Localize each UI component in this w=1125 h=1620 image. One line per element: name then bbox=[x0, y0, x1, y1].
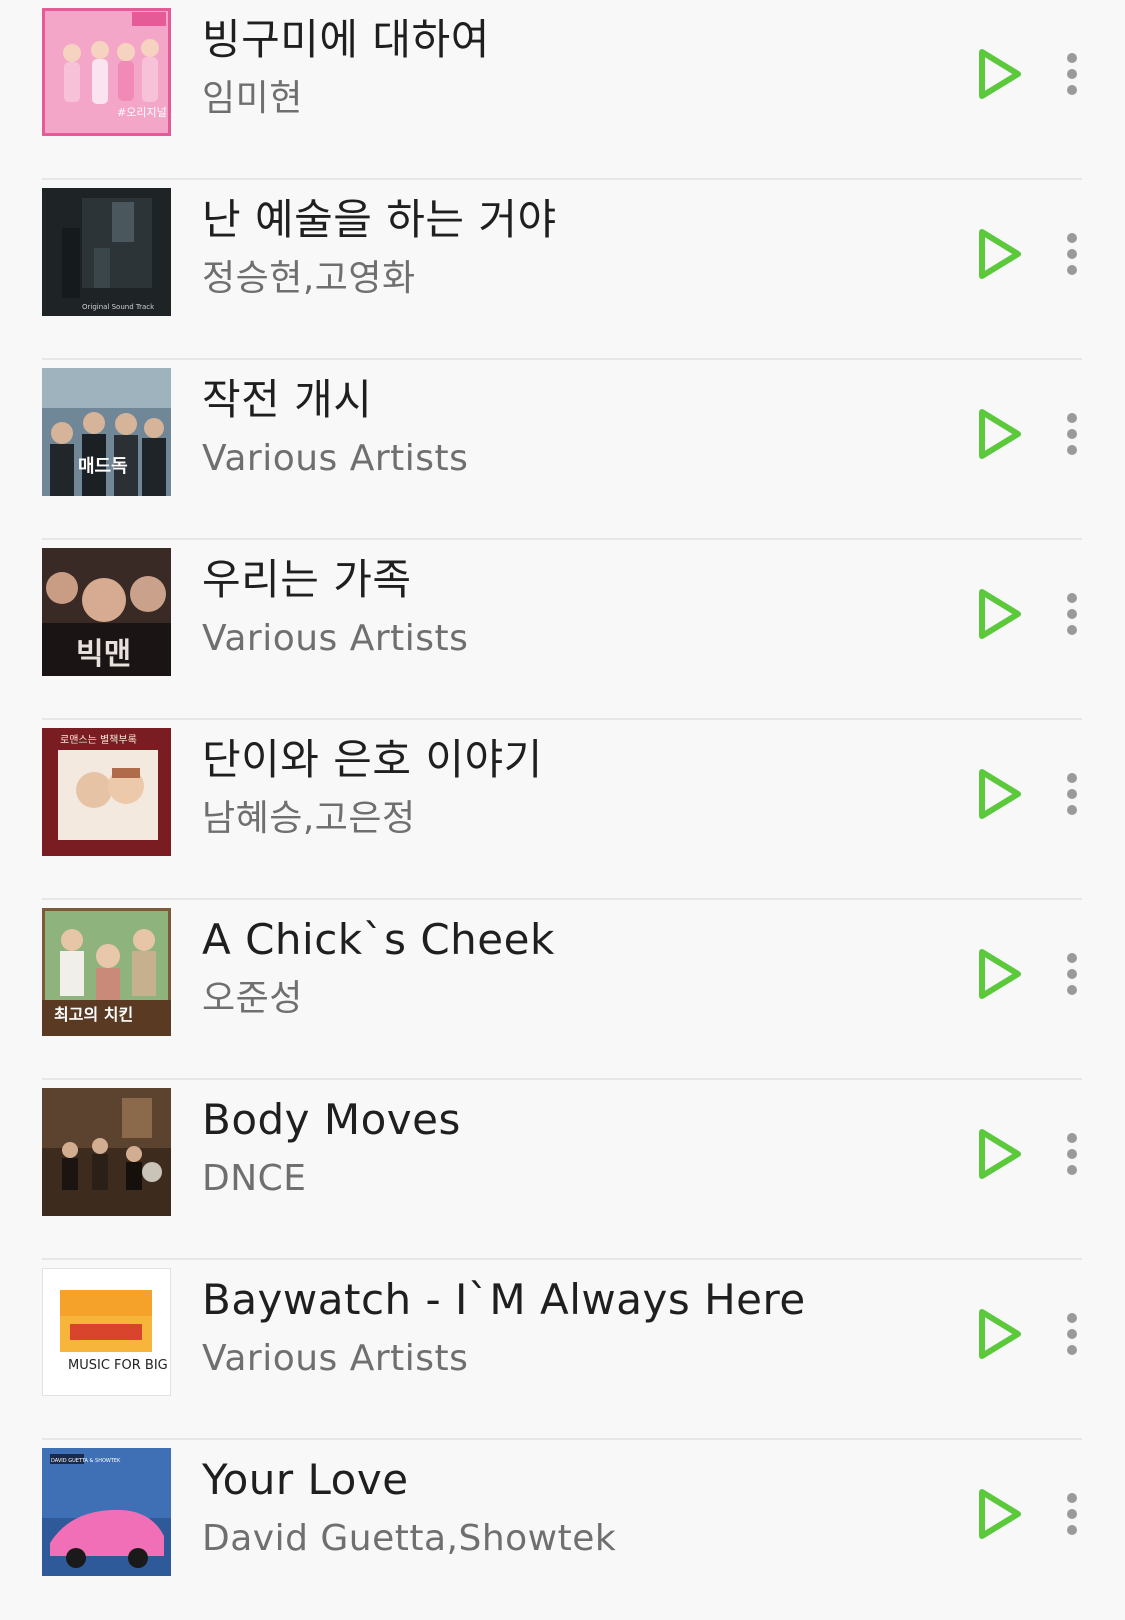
more-vertical-icon[interactable] bbox=[1052, 764, 1092, 824]
more-vertical-icon[interactable] bbox=[1052, 1484, 1092, 1544]
album-cover-text: 매드독 bbox=[78, 456, 128, 477]
song-artist: 정승현,고영화 bbox=[202, 258, 416, 299]
song-title: 단이와 은호 이야기 bbox=[202, 735, 543, 784]
album-cover-image: 매드독 bbox=[42, 368, 171, 496]
song-row[interactable]: #오리지널 사운드트랙 빙구미에 대하여 임미현 bbox=[0, 0, 1125, 180]
album-cover-text: Original Sound Track bbox=[82, 303, 155, 311]
song-title: Body Moves bbox=[202, 1095, 461, 1144]
play-icon[interactable] bbox=[972, 1484, 1028, 1544]
song-title: A Chick`s Cheek bbox=[202, 915, 555, 964]
play-icon[interactable] bbox=[972, 1304, 1028, 1364]
song-list: #오리지널 사운드트랙 빙구미에 대하여 임미현 Original Sound … bbox=[0, 0, 1125, 1576]
album-cover-text: DAVID GUETTA & SHOWTEK bbox=[51, 1458, 121, 1464]
play-icon[interactable] bbox=[972, 224, 1028, 284]
song-artist: 남혜승,고은정 bbox=[202, 798, 416, 839]
song-row[interactable]: 최고의 치킨 A Chick`s Cheek 오준성 bbox=[0, 900, 1125, 1080]
more-vertical-icon[interactable] bbox=[1052, 944, 1092, 1004]
album-cover-image: 빅맨 bbox=[42, 548, 171, 676]
song-title: Your Love bbox=[202, 1455, 409, 1504]
song-artist: Various Artists bbox=[202, 618, 469, 659]
play-icon[interactable] bbox=[972, 404, 1028, 464]
song-title: Baywatch - I`M Always Here bbox=[202, 1275, 806, 1324]
song-row[interactable]: DAVID GUETTA & SHOWTEK Your Love David G… bbox=[0, 1440, 1125, 1620]
album-cover-image bbox=[42, 1088, 171, 1216]
song-artist: 오준성 bbox=[202, 978, 303, 1019]
album-cover-image: 최고의 치킨 bbox=[42, 908, 171, 1036]
more-vertical-icon[interactable] bbox=[1052, 1304, 1092, 1364]
song-title: 작전 개시 bbox=[202, 375, 373, 424]
more-vertical-icon[interactable] bbox=[1052, 44, 1092, 104]
song-row[interactable]: MUSIC FOR BIG KIDS Baywatch - I`M Always… bbox=[0, 1260, 1125, 1440]
album-cover-image: 로맨스는 별책부록 bbox=[42, 728, 171, 856]
more-vertical-icon[interactable] bbox=[1052, 224, 1092, 284]
album-cover-text: 최고의 치킨 bbox=[54, 1005, 133, 1024]
song-row[interactable]: Body Moves DNCE bbox=[0, 1080, 1125, 1260]
song-title: 난 예술을 하는 거야 bbox=[202, 195, 557, 244]
song-title: 우리는 가족 bbox=[202, 555, 412, 604]
song-row[interactable]: Original Sound Track 난 예술을 하는 거야 정승현,고영화 bbox=[0, 180, 1125, 360]
song-artist: David Guetta,Showtek bbox=[202, 1518, 617, 1559]
more-vertical-icon[interactable] bbox=[1052, 584, 1092, 644]
song-row[interactable]: 로맨스는 별책부록 단이와 은호 이야기 남혜승,고은정 bbox=[0, 720, 1125, 900]
play-icon[interactable] bbox=[972, 584, 1028, 644]
play-icon[interactable] bbox=[972, 1124, 1028, 1184]
song-title: 빙구미에 대하여 bbox=[202, 15, 490, 64]
play-icon[interactable] bbox=[972, 944, 1028, 1004]
album-cover-text: 로맨스는 별책부록 bbox=[60, 734, 137, 746]
album-cover-image: DAVID GUETTA & SHOWTEK bbox=[42, 1448, 171, 1576]
more-vertical-icon[interactable] bbox=[1052, 1124, 1092, 1184]
more-vertical-icon[interactable] bbox=[1052, 404, 1092, 464]
album-cover-image: MUSIC FOR BIG KIDS bbox=[42, 1268, 171, 1396]
album-cover-image: Original Sound Track bbox=[42, 188, 171, 316]
song-row[interactable]: 매드독 작전 개시 Various Artists bbox=[0, 360, 1125, 540]
play-icon[interactable] bbox=[972, 44, 1028, 104]
song-artist: Various Artists bbox=[202, 438, 469, 479]
song-row[interactable]: 빅맨 우리는 가족 Various Artists bbox=[0, 540, 1125, 720]
album-cover-text: #오리지널 사운드트랙 bbox=[117, 106, 171, 119]
album-cover-image: #오리지널 사운드트랙 bbox=[42, 8, 171, 136]
album-cover-text: MUSIC FOR BIG KIDS bbox=[68, 1358, 171, 1373]
song-artist: Various Artists bbox=[202, 1338, 469, 1379]
song-artist: 임미현 bbox=[202, 78, 303, 119]
album-cover-text: 빅맨 bbox=[76, 637, 131, 672]
play-icon[interactable] bbox=[972, 764, 1028, 824]
song-artist: DNCE bbox=[202, 1158, 307, 1199]
